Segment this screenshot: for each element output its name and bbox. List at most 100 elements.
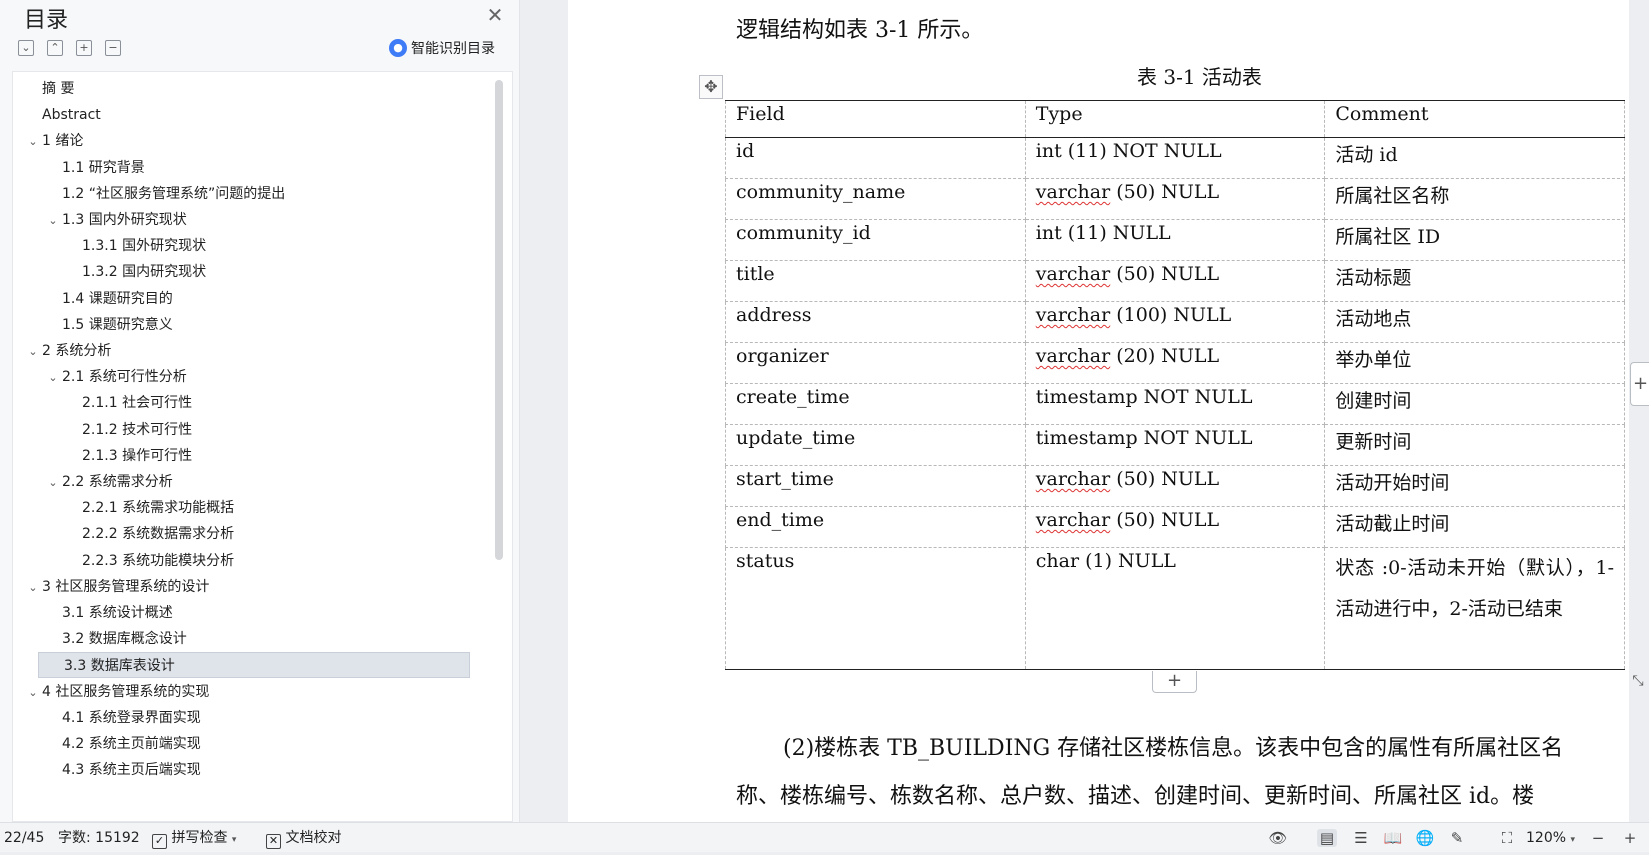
- toc-scrollbar[interactable]: [495, 80, 503, 560]
- toc-item-label: 1.3.1 国外研究现状: [82, 238, 207, 255]
- eye-protection-icon[interactable]: 👁: [1268, 829, 1288, 847]
- cell-type[interactable]: varchar (50) NULL: [1024, 465, 1326, 507]
- cell-type[interactable]: int (11) NULL: [1024, 219, 1326, 261]
- toc-item[interactable]: 摘 要: [24, 76, 74, 102]
- cell-field[interactable]: id: [725, 137, 1026, 179]
- cell-type[interactable]: varchar (50) NULL: [1024, 178, 1326, 220]
- cell-comment[interactable]: 所属社区名称: [1324, 178, 1625, 220]
- toc-item-label: 2.2.3 系统功能模块分析: [82, 552, 235, 569]
- doc-proof-button[interactable]: ✕ 文档校对: [266, 823, 341, 853]
- cell-comment[interactable]: 状态 :0-活动未开始（默认），1-活动进行中，2-活动已结束: [1324, 547, 1625, 670]
- cell-comment[interactable]: 活动 id: [1324, 137, 1625, 179]
- toc-item[interactable]: ⌄ 2.1 系统可行性分析: [44, 364, 187, 391]
- collapse-all-icon[interactable]: ⌃: [47, 40, 63, 56]
- cell-comment[interactable]: 活动截止时间: [1324, 506, 1625, 548]
- chevron-down-icon[interactable]: ⌄: [24, 575, 42, 601]
- cell-type[interactable]: timestamp NOT NULL: [1024, 424, 1326, 466]
- toc-item[interactable]: 2.1.1 社会可行性: [64, 390, 192, 416]
- toc-item[interactable]: ⌄ 1.3 国内外研究现状: [44, 207, 186, 234]
- toc-item[interactable]: 2.1.2 技术可行性: [64, 417, 192, 443]
- cell-type[interactable]: timestamp NOT NULL: [1024, 383, 1326, 425]
- chevron-down-icon[interactable]: ⌄: [24, 339, 42, 365]
- add-row-button[interactable]: +: [1152, 671, 1197, 693]
- toc-item-label: 2.1 系统可行性分析: [62, 369, 187, 386]
- toc-item[interactable]: 2.2.1 系统需求功能概括: [64, 495, 234, 521]
- toc-item[interactable]: 1.5 课题研究意义: [44, 312, 173, 338]
- cell-type[interactable]: varchar (50) NULL: [1024, 260, 1326, 302]
- toc-item-label: 1.4 课题研究目的: [62, 290, 173, 307]
- cell-comment[interactable]: 更新时间: [1324, 424, 1625, 466]
- cell-type[interactable]: varchar (20) NULL: [1024, 342, 1326, 384]
- toc-item[interactable]: 1.1 研究背景: [44, 155, 145, 181]
- toc-item[interactable]: 4.2 系统主页前端实现: [44, 731, 201, 757]
- web-view-icon[interactable]: 🌐: [1415, 829, 1435, 847]
- cell-field[interactable]: update_time: [725, 424, 1026, 466]
- toc-item[interactable]: 4.1 系统登录界面实现: [44, 705, 201, 731]
- toc-item[interactable]: ⌄ 4 社区服务管理系统的实现: [24, 679, 209, 705]
- reading-view-icon[interactable]: 📖: [1383, 829, 1403, 847]
- add-column-button[interactable]: +: [1630, 362, 1649, 406]
- cell-field[interactable]: title: [725, 260, 1026, 302]
- fit-page-icon[interactable]: ⛶: [1497, 829, 1517, 847]
- cell-field[interactable]: community_id: [725, 219, 1026, 261]
- zoom-in-icon[interactable]: +: [1620, 829, 1640, 847]
- pen-icon[interactable]: ✎: [1447, 829, 1467, 847]
- chevron-down-icon[interactable]: ⌄: [24, 129, 42, 155]
- cell-type[interactable]: char (1) NULL: [1024, 547, 1326, 670]
- cell-field[interactable]: start_time: [725, 465, 1026, 507]
- expand-all-icon[interactable]: ⌄: [18, 40, 34, 56]
- cell-field[interactable]: address: [725, 301, 1026, 343]
- page-view-icon[interactable]: ▤: [1317, 829, 1337, 847]
- toc-item[interactable]: ⌄ 2.2 系统需求分析: [44, 469, 172, 496]
- chevron-down-icon[interactable]: ⌄: [44, 208, 62, 234]
- cell-comment[interactable]: 活动地点: [1324, 301, 1625, 343]
- resize-icon[interactable]: ⤡: [1629, 672, 1647, 690]
- toc-item[interactable]: ⌄ 2 系统分析: [24, 338, 111, 364]
- toc-item[interactable]: 1.2 “社区服务管理系统”问题的提出: [44, 181, 285, 207]
- chevron-down-icon[interactable]: ⌄: [24, 680, 42, 706]
- close-icon[interactable]: ✕: [484, 4, 506, 26]
- toc-item[interactable]: 3.2 数据库概念设计: [44, 626, 187, 652]
- cell-type[interactable]: varchar (100) NULL: [1024, 301, 1326, 343]
- cell-field[interactable]: organizer: [725, 342, 1026, 384]
- cell-field[interactable]: status: [725, 547, 1026, 670]
- zoom-level[interactable]: 120% ▾: [1526, 823, 1575, 853]
- toc-item[interactable]: 3.1 系统设计概述: [44, 600, 173, 626]
- smart-toc-button[interactable]: ● 智能识别目录: [389, 38, 495, 58]
- toc-item[interactable]: Abstract: [24, 102, 101, 128]
- toc-item[interactable]: 3.3 数据库表设计: [38, 652, 470, 679]
- spell-check-button[interactable]: ✓ 拼写检查 ▾: [152, 823, 236, 853]
- toc-item[interactable]: 2.1.3 操作可行性: [64, 443, 192, 469]
- cell-comment[interactable]: 活动标题: [1324, 260, 1625, 302]
- cell-field[interactable]: community_name: [725, 178, 1026, 220]
- chevron-down-icon[interactable]: ⌄: [44, 470, 62, 496]
- toc-item[interactable]: 4.3 系统主页后端实现: [44, 757, 201, 783]
- toc-item[interactable]: ⌄ 3 社区服务管理系统的设计: [24, 574, 209, 600]
- cell-comment[interactable]: 创建时间: [1324, 383, 1625, 425]
- add-heading-icon[interactable]: +: [76, 40, 92, 56]
- cell-field[interactable]: end_time: [725, 506, 1026, 548]
- cell-comment[interactable]: 活动开始时间: [1324, 465, 1625, 507]
- zoom-out-icon[interactable]: −: [1588, 829, 1608, 847]
- word-count[interactable]: 字数: 15192: [58, 823, 140, 853]
- toc-item-label: 2.1.2 技术可行性: [82, 421, 193, 438]
- type-rest: (100) NULL: [1110, 304, 1232, 326]
- toc-item[interactable]: 1.3.2 国内研究现状: [64, 259, 206, 285]
- toc-item[interactable]: 1.3.1 国外研究现状: [64, 233, 206, 259]
- toc-item[interactable]: 2.2.2 系统数据需求分析: [64, 521, 234, 547]
- chevron-down-icon[interactable]: ⌄: [44, 365, 62, 391]
- cell-field[interactable]: create_time: [725, 383, 1026, 425]
- toc-item[interactable]: ⌄ 1 绪论: [24, 128, 83, 154]
- toc-item[interactable]: 2.2.3 系统功能模块分析: [64, 548, 234, 574]
- outline-view-icon[interactable]: ☰: [1351, 829, 1371, 847]
- cell-comment[interactable]: 举办单位: [1324, 342, 1625, 384]
- cell-type[interactable]: int (11) NOT NULL: [1024, 137, 1326, 179]
- remove-heading-icon[interactable]: −: [105, 40, 121, 56]
- table-move-icon[interactable]: ✥: [699, 75, 723, 99]
- cell-type[interactable]: varchar (50) NULL: [1024, 506, 1326, 548]
- toc-item[interactable]: 1.4 课题研究目的: [44, 286, 173, 312]
- type-word: int: [1035, 140, 1062, 162]
- page-indicator[interactable]: 22/45: [4, 823, 44, 853]
- cell-comment[interactable]: 所属社区 ID: [1324, 219, 1625, 261]
- toc-item-label: 4.2 系统主页前端实现: [62, 736, 201, 752]
